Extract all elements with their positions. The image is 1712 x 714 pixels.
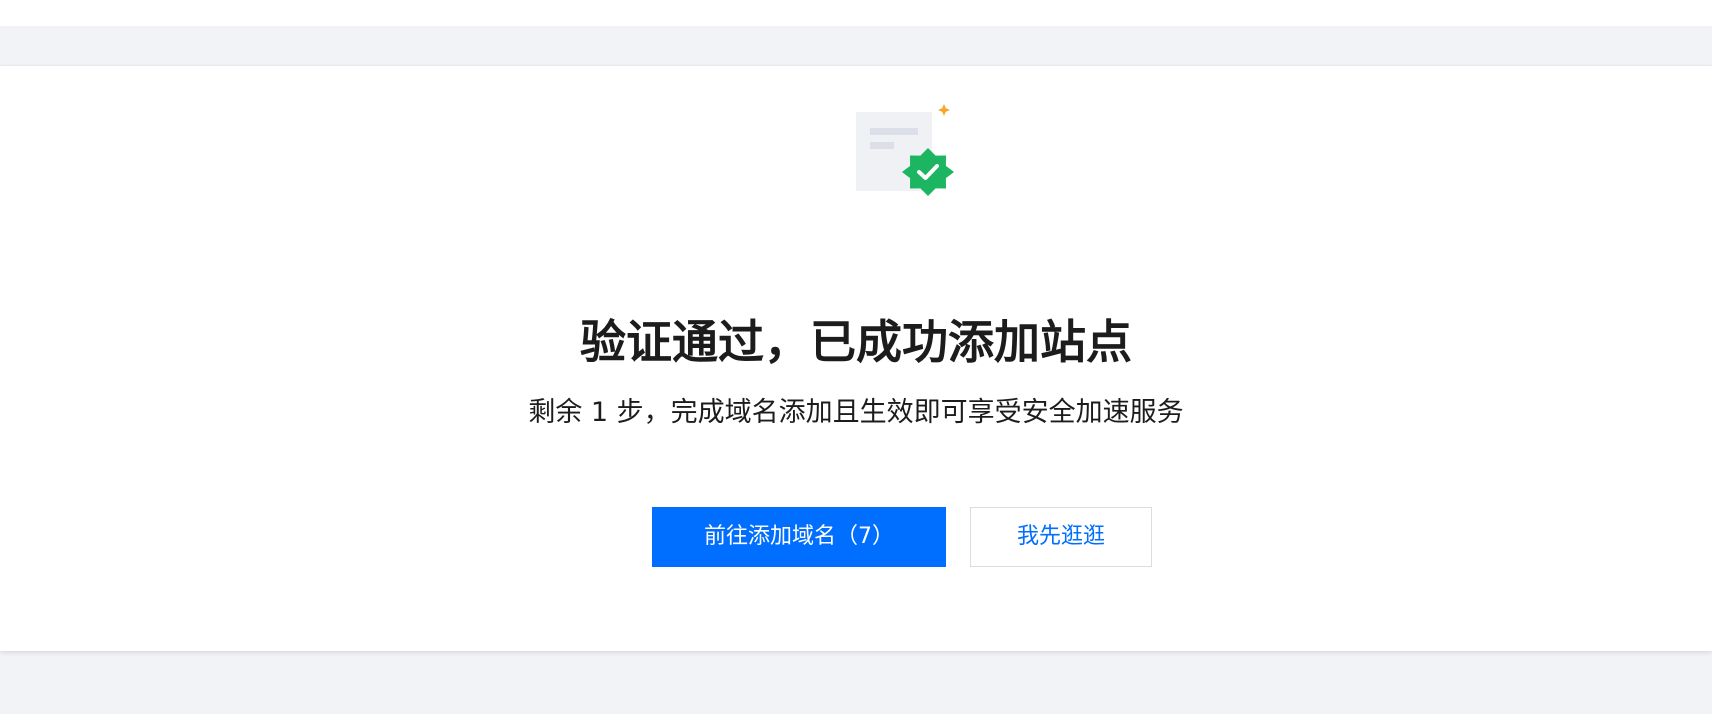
page-subtitle: 剩余 1 步，完成域名添加且生效即可享受安全加速服务 bbox=[528, 397, 1184, 428]
top-bar bbox=[0, 0, 1712, 26]
page-title: 验证通过，已成功添加站点 bbox=[580, 315, 1132, 369]
success-illustration bbox=[854, 98, 964, 213]
sparkle-icon bbox=[938, 104, 950, 116]
browse-later-button[interactable]: 我先逛逛 bbox=[970, 507, 1152, 567]
add-domain-button[interactable]: 前往添加域名（7） bbox=[652, 507, 946, 567]
